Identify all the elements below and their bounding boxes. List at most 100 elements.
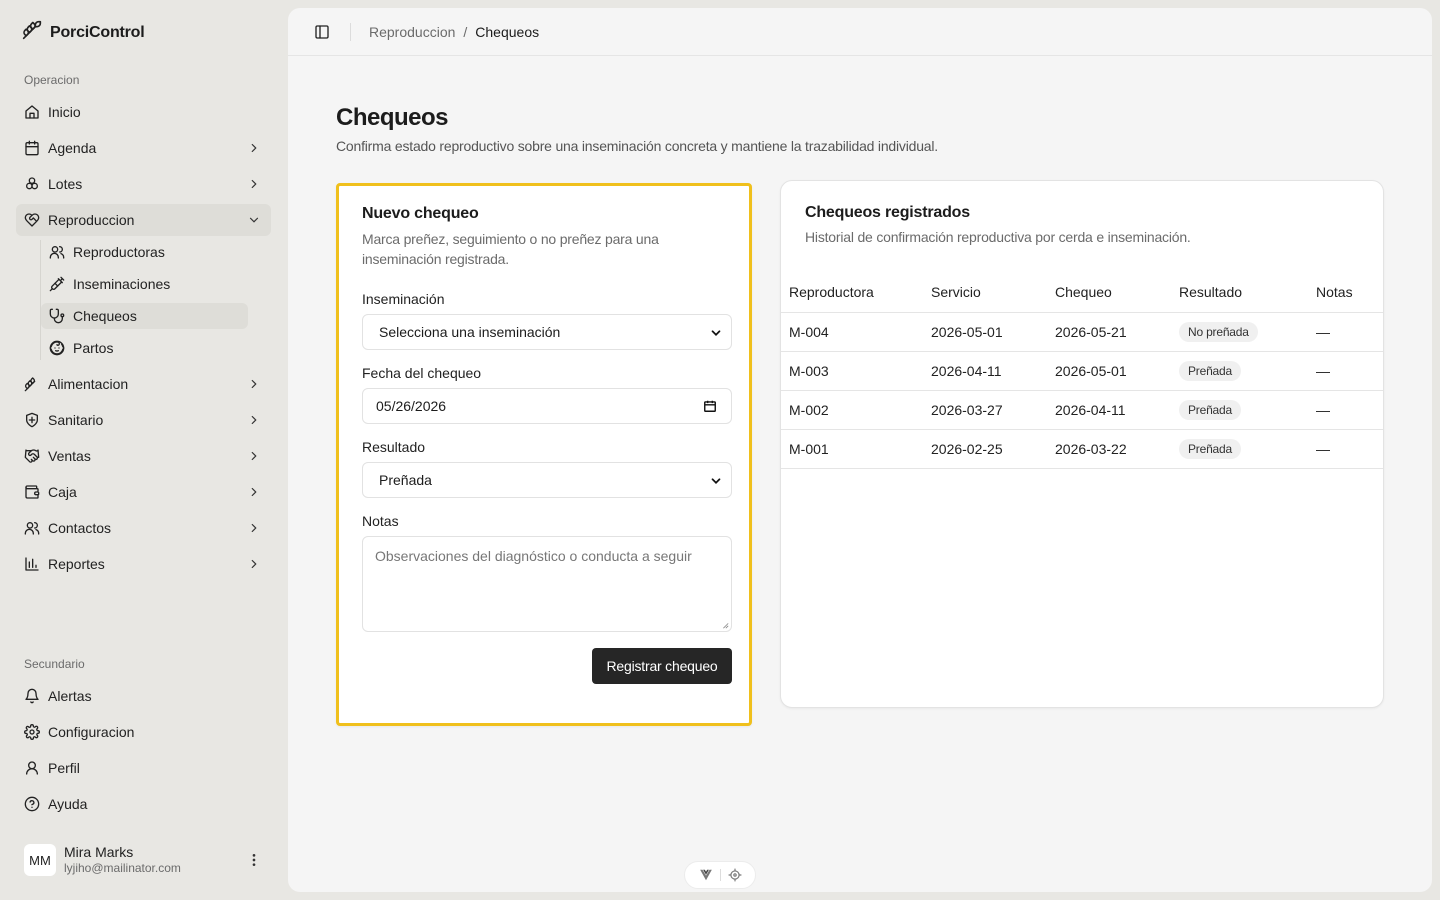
more-vertical-icon[interactable] bbox=[246, 852, 262, 868]
table-cell: No preñada bbox=[1171, 312, 1308, 352]
sidebar-item-label: Sanitario bbox=[48, 412, 104, 428]
stethoscope-icon bbox=[49, 308, 65, 324]
records-description: Historial de confirmación reproductiva p… bbox=[805, 229, 1191, 245]
sidebar-item-label: Perfil bbox=[48, 760, 80, 776]
result-label: Resultado bbox=[362, 439, 426, 455]
wallet-icon bbox=[24, 484, 40, 500]
sidebar-item-configuracion[interactable]: Configuracion bbox=[16, 716, 271, 748]
chevron-down-icon bbox=[711, 330, 721, 336]
avatar: MM bbox=[24, 844, 56, 876]
sidebar-subitem-label: Partos bbox=[73, 340, 114, 356]
sidebar-subitem-label: Chequeos bbox=[73, 308, 137, 324]
insemination-select-value: Selecciona una inseminación bbox=[379, 324, 561, 340]
sidebar-item-alertas[interactable]: Alertas bbox=[16, 680, 271, 712]
records-title: Chequeos registrados bbox=[805, 204, 970, 221]
column-header: Reproductora bbox=[781, 273, 923, 313]
notes-textarea[interactable]: Observaciones del diagnóstico o conducta… bbox=[362, 536, 732, 632]
sidebar-item-reproduccion[interactable]: Reproduccion bbox=[16, 204, 271, 236]
table-cell: M-003 bbox=[781, 351, 923, 391]
column-header: Chequeo bbox=[1047, 273, 1171, 313]
chevron-right-icon bbox=[251, 179, 257, 189]
sidebar-item-agenda[interactable]: Agenda bbox=[16, 132, 271, 164]
register-check-button[interactable]: Registrar chequeo bbox=[592, 648, 732, 684]
sidebar-item-contactos[interactable]: Contactos bbox=[16, 512, 271, 544]
user-email: lyjiho@mailinator.com bbox=[64, 861, 181, 876]
new-check-form-card: Nuevo chequeo Marca preñez, seguimiento … bbox=[336, 183, 752, 726]
calendar-icon[interactable] bbox=[703, 399, 717, 413]
user-name: Mira Marks bbox=[64, 844, 134, 861]
chevron-right-icon bbox=[251, 487, 257, 497]
sidebar-subitem-label: Inseminaciones bbox=[73, 276, 171, 292]
section-label-operacion: Operacion bbox=[24, 73, 80, 87]
table-cell: — bbox=[1308, 390, 1383, 430]
sidebar-item-alimentacion[interactable]: Alimentacion bbox=[16, 368, 271, 400]
status-badge: No preñada bbox=[1179, 321, 1258, 342]
sidebar-item-label: Agenda bbox=[48, 140, 97, 156]
sidebar-subitem-inseminaciones[interactable]: Inseminaciones bbox=[41, 271, 248, 297]
user-icon bbox=[24, 760, 40, 776]
table-cell: 2026-04-11 bbox=[1047, 390, 1171, 430]
home-icon bbox=[24, 104, 40, 120]
sidebar-item-ventas[interactable]: Ventas bbox=[16, 440, 271, 472]
sidebar-item-sanitario[interactable]: Sanitario bbox=[16, 404, 271, 436]
column-header: Resultado bbox=[1171, 273, 1308, 313]
chevron-down-icon bbox=[711, 478, 721, 484]
sidebar-item-label: Reportes bbox=[48, 556, 105, 572]
sidebar-item-ayuda[interactable]: Ayuda bbox=[16, 788, 271, 820]
divider bbox=[350, 22, 351, 41]
table-cell: M-002 bbox=[781, 390, 923, 430]
table-cell: 2026-05-21 bbox=[1047, 312, 1171, 352]
table-cell: 2026-05-01 bbox=[923, 312, 1047, 352]
sidebar-item-lotes[interactable]: Lotes bbox=[16, 168, 271, 200]
sidebar-toggle-icon[interactable] bbox=[314, 24, 330, 40]
breadcrumb-parent-link[interactable]: Reproduccion bbox=[369, 24, 455, 40]
sidebar-item-caja[interactable]: Caja bbox=[16, 476, 271, 508]
table-cell: Preñada bbox=[1171, 429, 1308, 469]
table-cell: M-004 bbox=[781, 312, 923, 352]
status-badge: Preñada bbox=[1179, 438, 1241, 459]
sidebar: PorciControl Operacion Inicio Agenda Lot… bbox=[0, 0, 288, 900]
chevron-right-icon bbox=[251, 415, 257, 425]
check-date-input[interactable]: 05/26/2026 bbox=[362, 388, 732, 424]
chevron-right-icon bbox=[251, 451, 257, 461]
sidebar-item-label: Ayuda bbox=[48, 796, 88, 812]
table-cell: — bbox=[1308, 351, 1383, 391]
table-cell: 2026-03-22 bbox=[1047, 429, 1171, 469]
sidebar-item-label: Configuracion bbox=[48, 724, 135, 740]
table-row: M-004 2026-05-01 2026-05-21 No preñada — bbox=[781, 312, 1383, 352]
bell-icon bbox=[24, 688, 40, 704]
chevron-right-icon bbox=[251, 143, 257, 153]
sidebar-item-label: Reproduccion bbox=[48, 212, 135, 228]
table-row: M-003 2026-04-11 2026-05-01 Preñada — bbox=[781, 351, 1383, 391]
check-date-value: 05/26/2026 bbox=[376, 398, 447, 414]
sidebar-item-perfil[interactable]: Perfil bbox=[16, 752, 271, 784]
sidebar-subitem-reproductoras[interactable]: Reproductoras bbox=[41, 239, 248, 265]
date-label: Fecha del chequeo bbox=[362, 365, 482, 381]
vue-logo-icon[interactable] bbox=[699, 868, 713, 882]
sidebar-item-reportes[interactable]: Reportes bbox=[16, 548, 271, 580]
table-cell: M-001 bbox=[781, 429, 923, 469]
result-select[interactable]: Preñada bbox=[362, 462, 732, 498]
status-badge: Preñada bbox=[1179, 399, 1241, 420]
form-description: Marca preñez, seguimiento o no preñez pa… bbox=[362, 231, 659, 267]
sidebar-item-label: Contactos bbox=[48, 520, 112, 536]
sidebar-subitem-label: Reproductoras bbox=[73, 244, 165, 260]
notes-label: Notas bbox=[362, 513, 399, 529]
sidebar-subitem-partos[interactable]: Partos bbox=[41, 335, 248, 361]
chevron-down-icon bbox=[249, 217, 259, 223]
resize-grip-icon[interactable] bbox=[721, 621, 729, 629]
table-cell: 2026-03-27 bbox=[923, 390, 1047, 430]
status-badge: Preñada bbox=[1179, 360, 1241, 381]
sidebar-item-inicio[interactable]: Inicio bbox=[16, 96, 271, 128]
target-icon[interactable] bbox=[728, 868, 742, 882]
users-icon bbox=[49, 244, 65, 260]
user-profile-menu[interactable]: MM Mira Marks lyjiho@mailinator.com bbox=[16, 836, 272, 884]
brand[interactable]: PorciControl bbox=[22, 20, 145, 45]
table-cell: Preñada bbox=[1171, 351, 1308, 391]
sidebar-subitem-chequeos[interactable]: Chequeos bbox=[41, 303, 248, 329]
sidebar-item-label: Ventas bbox=[48, 448, 91, 464]
chevron-right-icon bbox=[251, 379, 257, 389]
handshake-icon bbox=[24, 448, 40, 464]
insemination-select[interactable]: Selecciona una inseminación bbox=[362, 314, 732, 350]
table-row: M-002 2026-03-27 2026-04-11 Preñada — bbox=[781, 390, 1383, 430]
